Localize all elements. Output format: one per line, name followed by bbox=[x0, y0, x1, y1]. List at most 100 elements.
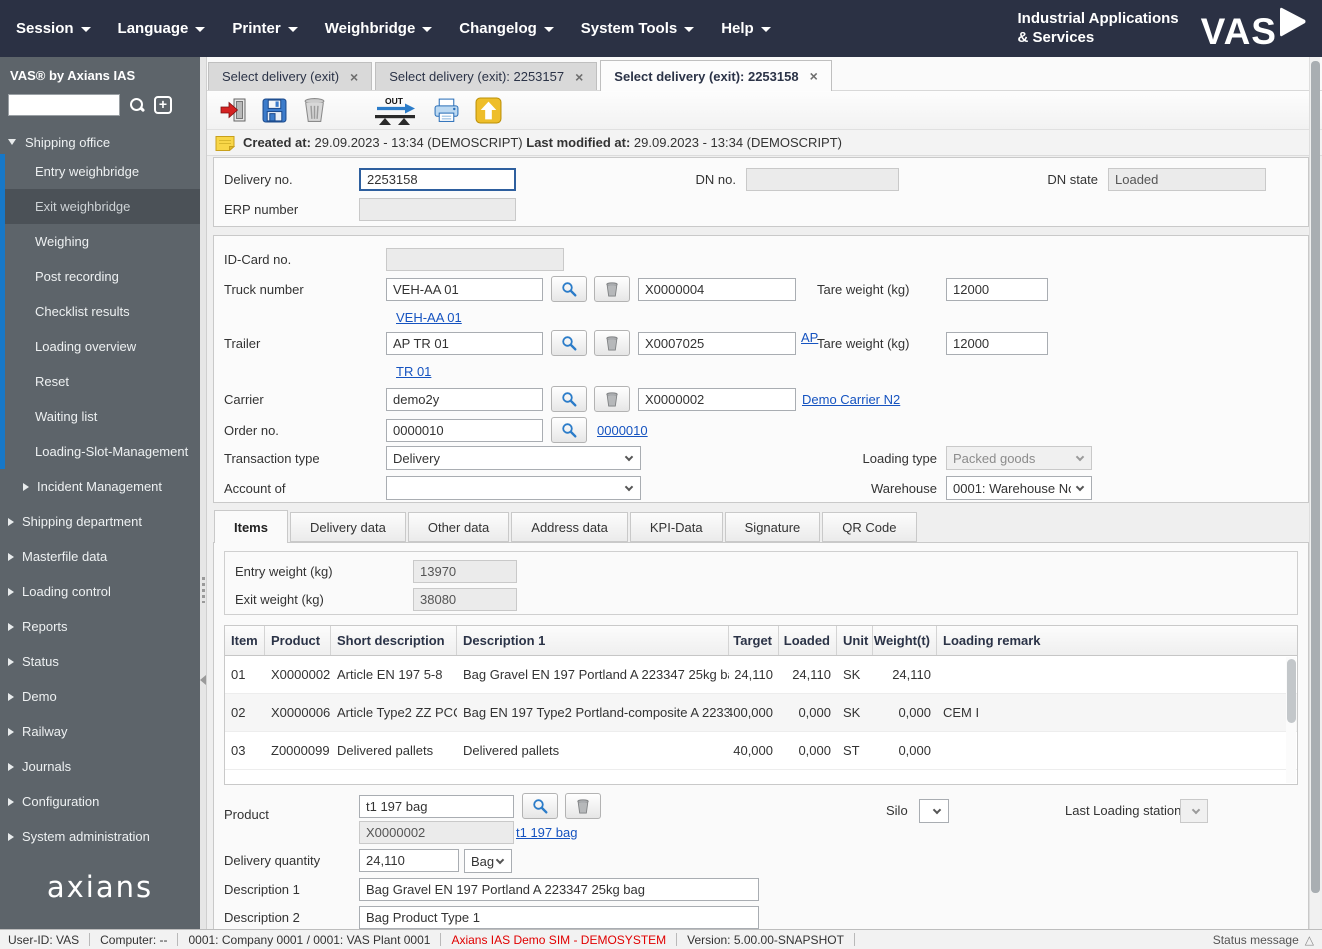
trailer-tare-input[interactable] bbox=[946, 331, 1048, 355]
add-button[interactable]: + bbox=[154, 96, 172, 114]
warehouse-select[interactable]: 0001: Warehouse North bbox=[946, 476, 1092, 500]
sidebar-section-configuration[interactable]: Configuration bbox=[0, 784, 200, 819]
weighbridge-out-button[interactable]: OUT bbox=[372, 94, 418, 126]
sidebar-section-status[interactable]: Status bbox=[0, 644, 200, 679]
order-link[interactable]: 0000010 bbox=[597, 423, 648, 438]
menu-printer[interactable]: Printer bbox=[232, 20, 298, 37]
trailer-input[interactable] bbox=[386, 331, 543, 355]
sidebar-splitter[interactable] bbox=[200, 57, 207, 929]
menu-changelog[interactable]: Changelog bbox=[459, 20, 554, 37]
chevron-collapsed-icon bbox=[8, 762, 14, 771]
description-2-input[interactable] bbox=[359, 906, 759, 929]
vertical-scrollbar-thumb[interactable] bbox=[1311, 61, 1320, 893]
truck-code-input[interactable] bbox=[638, 277, 796, 301]
sidebar-item-loading-overview[interactable]: Loading overview bbox=[5, 329, 200, 364]
trash-icon bbox=[606, 391, 618, 406]
trailer-link[interactable]: AP bbox=[801, 330, 818, 345]
trailer-code-input[interactable] bbox=[638, 331, 796, 355]
status-message-toggle[interactable]: Status message △ bbox=[1213, 933, 1314, 947]
trailer-clear-button[interactable] bbox=[594, 330, 630, 356]
product-link[interactable]: t1 197 bag bbox=[516, 825, 577, 840]
release-button[interactable] bbox=[475, 94, 502, 126]
sidebar-item-exit-weighbridge[interactable]: Exit weighbridge bbox=[5, 189, 200, 224]
description-1-input[interactable] bbox=[359, 878, 759, 901]
delivery-no-input[interactable] bbox=[359, 167, 516, 191]
order-no-input[interactable] bbox=[386, 418, 543, 442]
product-clear-button[interactable] bbox=[565, 793, 601, 819]
sidebar-item-entry-weighbridge[interactable]: Entry weighbridge bbox=[5, 154, 200, 189]
sidebar-section-loading-control[interactable]: Loading control bbox=[0, 574, 200, 609]
sidebar-section-incident-management[interactable]: Incident Management bbox=[0, 469, 200, 504]
sidebar-item-loading-slot-management[interactable]: Loading-Slot-Management bbox=[5, 434, 200, 469]
delivery-quantity-input[interactable] bbox=[359, 849, 459, 872]
tab-address-data[interactable]: Address data bbox=[511, 512, 628, 542]
truck-search-button[interactable] bbox=[551, 276, 587, 302]
tab-other-data[interactable]: Other data bbox=[407, 512, 510, 542]
delivery-header-panel: Delivery no. DN no. DN state ERP number bbox=[213, 157, 1309, 227]
tab-signature[interactable]: Signature bbox=[724, 512, 821, 542]
carrier-input[interactable] bbox=[386, 387, 543, 411]
close-icon[interactable]: × bbox=[810, 68, 818, 84]
chevron-collapsed-icon bbox=[8, 622, 14, 631]
sidebar-item-checklist-results[interactable]: Checklist results bbox=[5, 294, 200, 329]
table-scrollbar-thumb[interactable] bbox=[1287, 659, 1296, 723]
document-tabbar: Select delivery (exit) × Select delivery… bbox=[207, 57, 1322, 91]
account-of-select[interactable] bbox=[386, 476, 641, 500]
trailer-link-2[interactable]: TR 01 bbox=[396, 364, 431, 379]
menu-session[interactable]: Session bbox=[16, 20, 91, 37]
sidebar-section-masterfile-data[interactable]: Masterfile data bbox=[0, 539, 200, 574]
tab-select-delivery-2253158[interactable]: Select delivery (exit): 2253158 × bbox=[600, 60, 832, 91]
delete-button[interactable] bbox=[302, 94, 327, 126]
trash-icon bbox=[606, 281, 618, 296]
tab-kpi-data[interactable]: KPI-Data bbox=[629, 512, 723, 542]
tab-qr-code[interactable]: QR Code bbox=[822, 512, 917, 542]
sidebar-item-waiting-list[interactable]: Waiting list bbox=[5, 399, 200, 434]
silo-select[interactable] bbox=[919, 799, 949, 823]
truck-clear-button[interactable] bbox=[594, 276, 630, 302]
table-row[interactable]: 01 X0000002 Article EN 197 5-8 Bag Grave… bbox=[225, 656, 1297, 694]
quantity-unit-select[interactable]: Bag bbox=[464, 849, 512, 873]
carrier-clear-button[interactable] bbox=[594, 386, 630, 412]
table-row[interactable]: 03 Z0000099 Delivered pallets Delivered … bbox=[225, 732, 1297, 770]
menu-system-tools[interactable]: System Tools bbox=[581, 20, 695, 37]
sidebar-section-shipping-department[interactable]: Shipping department bbox=[0, 504, 200, 539]
sidebar-section-reports[interactable]: Reports bbox=[0, 609, 200, 644]
menu-language[interactable]: Language bbox=[118, 20, 206, 37]
carrier-code-input[interactable] bbox=[638, 387, 796, 411]
print-button[interactable] bbox=[433, 94, 460, 126]
upload-icon bbox=[475, 97, 502, 123]
tab-select-delivery-exit[interactable]: Select delivery (exit) × bbox=[208, 62, 373, 90]
menu-weighbridge[interactable]: Weighbridge bbox=[325, 20, 433, 37]
carrier-link[interactable]: Demo Carrier N2 bbox=[802, 392, 900, 407]
trailer-search-button[interactable] bbox=[551, 330, 587, 356]
sidebar-item-reset[interactable]: Reset bbox=[5, 364, 200, 399]
sidebar-section-demo[interactable]: Demo bbox=[0, 679, 200, 714]
sidebar-section-journals[interactable]: Journals bbox=[0, 749, 200, 784]
close-icon[interactable]: × bbox=[350, 69, 358, 85]
transaction-type-select[interactable]: Delivery bbox=[386, 446, 641, 470]
search-icon[interactable] bbox=[129, 97, 145, 113]
sidebar-section-shipping-office[interactable]: Shipping office bbox=[0, 130, 200, 154]
table-row[interactable]: 02 X0000006 Article Type2 ZZ PCC Bag EN … bbox=[225, 694, 1297, 732]
carrier-search-button[interactable] bbox=[551, 386, 587, 412]
sidebar-search-input[interactable] bbox=[8, 94, 120, 116]
order-search-button[interactable] bbox=[551, 417, 587, 443]
product-input[interactable] bbox=[359, 794, 514, 818]
truck-number-input[interactable] bbox=[386, 277, 543, 301]
exit-button[interactable] bbox=[219, 94, 247, 126]
save-button[interactable] bbox=[262, 94, 287, 126]
truck-tare-input[interactable] bbox=[946, 277, 1048, 301]
tab-select-delivery-2253157[interactable]: Select delivery (exit): 2253157 × bbox=[375, 62, 598, 90]
sidebar-item-weighing[interactable]: Weighing bbox=[5, 224, 200, 259]
sidebar-item-post-recording[interactable]: Post recording bbox=[5, 259, 200, 294]
sidebar-section-railway[interactable]: Railway bbox=[0, 714, 200, 749]
menu-help[interactable]: Help bbox=[721, 20, 771, 37]
tab-delivery-data[interactable]: Delivery data bbox=[289, 512, 406, 542]
tab-items[interactable]: Items bbox=[214, 510, 288, 543]
truck-link[interactable]: VEH-AA 01 bbox=[396, 310, 462, 325]
product-search-button[interactable] bbox=[522, 793, 558, 819]
vertical-scrollbar[interactable] bbox=[1309, 57, 1320, 929]
close-icon[interactable]: × bbox=[575, 69, 583, 85]
sidebar-section-system-administration[interactable]: System administration bbox=[0, 819, 200, 854]
table-scrollbar[interactable] bbox=[1286, 657, 1296, 783]
